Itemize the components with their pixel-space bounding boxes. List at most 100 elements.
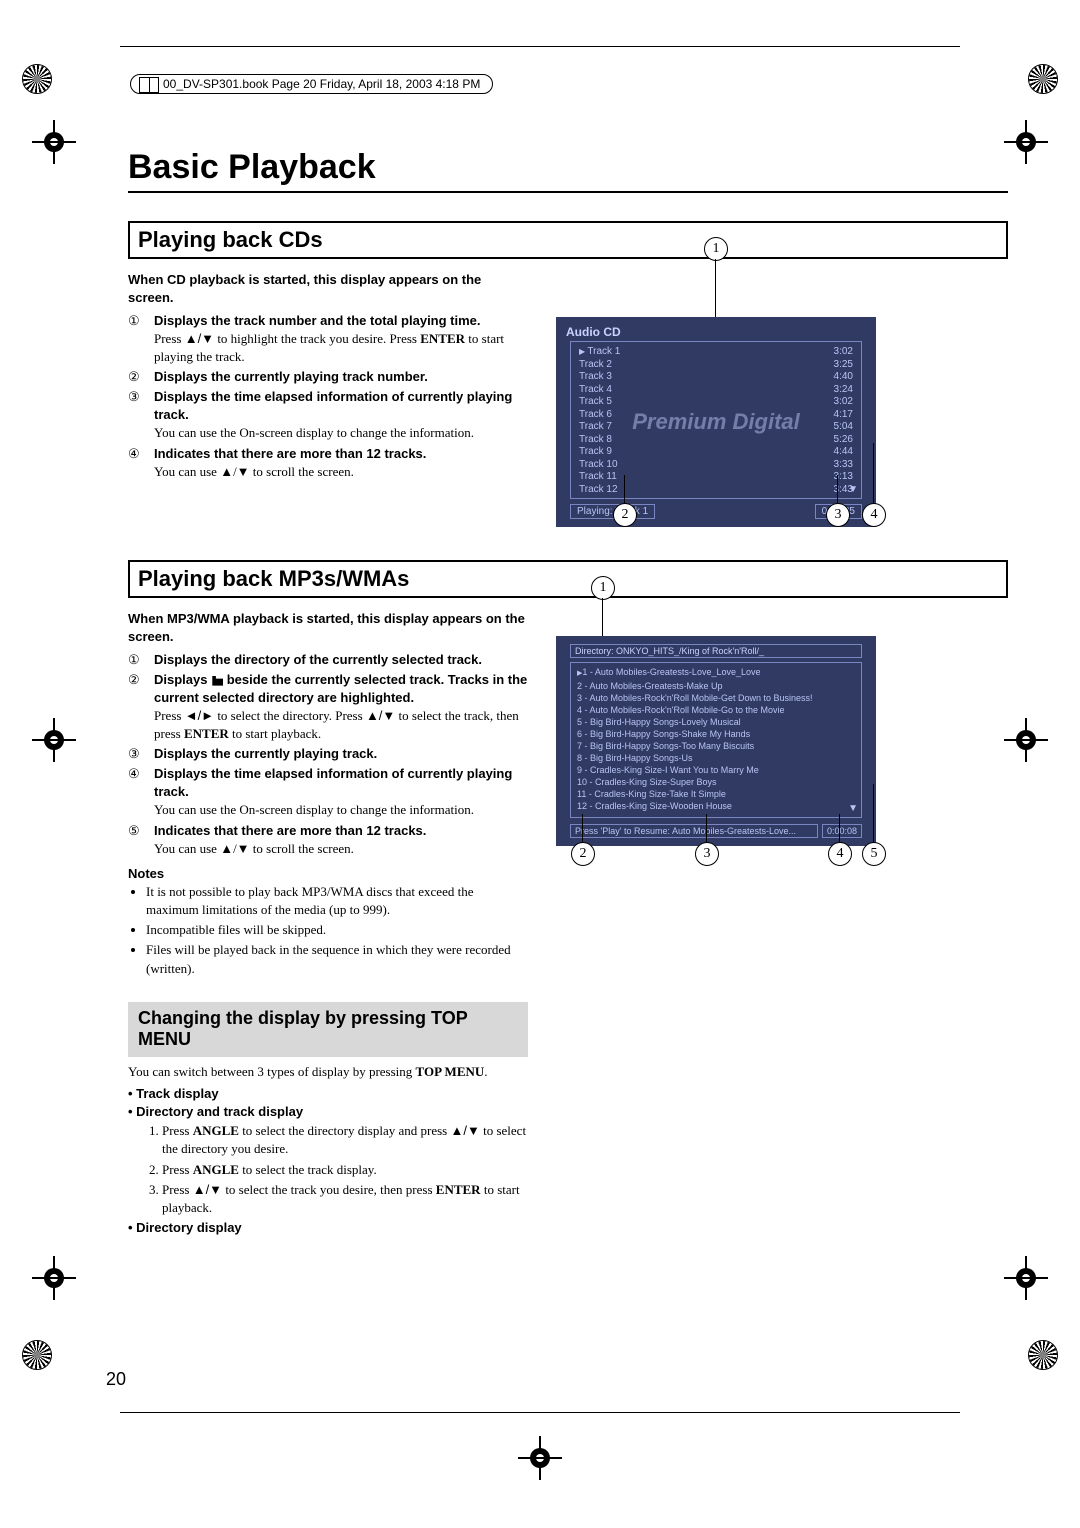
registration-circle-ur [1028, 64, 1058, 94]
mp3-track-row: 6 - Big Bird-Happy Songs-Shake My Hands [577, 728, 855, 740]
topmenu-intro: You can switch between 3 types of displa… [128, 1063, 528, 1081]
topmenu-title: Changing the display by pressing TOP MEN… [128, 1002, 528, 1057]
mp3-two-col: When MP3/WMA playback is started, this d… [128, 604, 1008, 980]
mp3-track-row: 8 - Big Bird-Happy Songs-Us [577, 752, 855, 764]
mp3-list: ① Displays the directory of the currentl… [128, 651, 528, 858]
mp3-leader-4 [839, 814, 840, 842]
cd-screenshot: Audio CD Premium Digital Track 13:02Trac… [556, 317, 876, 527]
crop-line-top [120, 46, 960, 47]
cd-fig-panel: Track 13:02Track 23:25Track 34:40Track 4… [570, 341, 862, 499]
file-path-header: 00_DV-SP301.book Page 20 Friday, April 1… [130, 74, 493, 94]
cd-leader-3 [837, 475, 838, 503]
topmenu-bullet-1: • Track display [128, 1085, 528, 1103]
cd-fig-scroll-icon: ▼ [848, 484, 858, 495]
cd-right-col: 1 Audio CD Premium Digital Track 13:02Tr… [556, 265, 1008, 532]
circled-4b: ④ [128, 766, 140, 782]
registration-cross-tl [32, 120, 76, 164]
cd-track-row: Track 53:02 [579, 396, 853, 409]
mp3-item4-bold: Displays the time elapsed information of… [154, 766, 512, 799]
topmenu-steps: Press ANGLE to select the directory disp… [128, 1122, 528, 1217]
cd-two-col: When CD playback is started, this displa… [128, 265, 1008, 532]
book-icon [139, 77, 159, 93]
cd-leader-4 [873, 443, 874, 503]
mp3-track-row: 5 - Big Bird-Happy Songs-Lovely Musical [577, 716, 855, 728]
mp3-item2-bold: Displays beside the currently selected t… [154, 672, 527, 705]
circled-1: ① [128, 313, 140, 329]
cd-track-row: Track 123:43 [579, 484, 853, 497]
mp3-intro: When MP3/WMA playback is started, this d… [128, 610, 528, 645]
mp3-left-col: When MP3/WMA playback is started, this d… [128, 604, 528, 980]
cd-left-col: When CD playback is started, this displa… [128, 265, 528, 532]
cd-track-row: Track 103:33 [579, 459, 853, 472]
mp3-section-title: Playing back MP3s/WMAs [128, 560, 1008, 598]
cd-figure-wrap: 1 Audio CD Premium Digital Track 13:02Tr… [556, 265, 876, 527]
cd-track-row: Track 43:24 [579, 384, 853, 397]
page: 00_DV-SP301.book Page 20 Friday, April 1… [0, 0, 1080, 1528]
circled-2: ② [128, 369, 140, 385]
mp3-callout-4: 4 [828, 842, 852, 866]
cd-item4-bold: Indicates that there are more than 12 tr… [154, 446, 426, 461]
mp3-track-row: 3 - Auto Mobiles-Rock'n'Roll Mobile-Get … [577, 692, 855, 704]
cd-item1-body: Press ▲/▼ to highlight the track you des… [154, 331, 504, 364]
cd-intro: When CD playback is started, this displa… [128, 271, 528, 306]
note-item: Files will be played back in the sequenc… [146, 941, 528, 977]
mp3-track-row: 4 - Auto Mobiles-Rock'n'Roll Mobile-Go t… [577, 704, 855, 716]
mp3-track-row: 7 - Big Bird-Happy Songs-Too Many Biscui… [577, 740, 855, 752]
cd-callout-4: 4 [862, 503, 886, 527]
mp3-item5-bold: Indicates that there are more than 12 tr… [154, 823, 426, 838]
note-item: It is not possible to play back MP3/WMA … [146, 883, 528, 919]
cd-track-row: Track 23:25 [579, 359, 853, 372]
mp3-fig-directory: Directory: ONKYO_HITS_/King of Rock'n'Ro… [570, 644, 862, 658]
mp3-leader-2 [582, 814, 583, 842]
topmenu-body: You can switch between 3 types of displa… [128, 1063, 528, 1237]
circled-1b: ① [128, 652, 140, 668]
cd-callout-2: 2 [613, 503, 637, 527]
cd-callout-1: 1 [704, 237, 728, 261]
cd-leader-2 [624, 475, 625, 503]
cd-leader-1 [715, 259, 716, 317]
cd-item3-bold: Displays the time elapsed information of… [154, 389, 512, 422]
mp3-callout-3: 3 [695, 842, 719, 866]
mp3-callout-1: 1 [591, 576, 615, 600]
mp3-fig-time: 0:00:08 [822, 824, 862, 838]
cd-track-row: Track 94:44 [579, 446, 853, 459]
mp3-callout-2: 2 [571, 842, 595, 866]
circled-4: ④ [128, 446, 140, 462]
mp3-item2-body: Press ◄/► to select the directory. Press… [154, 708, 519, 741]
mp3-track-row: 11 - Cradles-King Size-Take It Simple [577, 788, 855, 800]
topmenu-step-1: Press ANGLE to select the directory disp… [162, 1122, 528, 1158]
topmenu-step-3: Press ▲/▼ to select the track you desire… [162, 1181, 528, 1217]
circled-3: ③ [128, 389, 140, 405]
mp3-item3-bold: Displays the currently playing track. [154, 746, 377, 761]
cd-track-row: Track 113:13 [579, 471, 853, 484]
registration-cross-ml [32, 718, 76, 762]
mp3-fig-scroll-icon: ▼ [848, 803, 858, 814]
mp3-item4-body: You can use the On-screen display to cha… [154, 802, 474, 817]
mp3-track-row: 1 - Auto Mobiles-Greatests-Love_Love_Lov… [577, 666, 855, 680]
mp3-leader-5 [873, 784, 874, 842]
cd-item3-body: You can use the On-screen display to cha… [154, 425, 474, 440]
mp3-callout-5: 5 [862, 842, 886, 866]
note-item: Incompatible files will be skipped. [146, 921, 528, 939]
content-area: Basic Playback Playing back CDs When CD … [128, 148, 1008, 1388]
registration-cross-bm [518, 1436, 562, 1480]
crop-line-bottom [120, 1412, 960, 1413]
mp3-fig-status: Press 'Play' to Resume: Auto Mobiles-Gre… [570, 824, 818, 838]
mp3-track-row: 2 - Auto Mobiles-Greatests-Make Up [577, 680, 855, 692]
circled-3b: ③ [128, 746, 140, 762]
cd-callout-3: 3 [826, 503, 850, 527]
registration-cross-br [1004, 1256, 1048, 1300]
registration-circle-br [1028, 1340, 1058, 1370]
topmenu-bullet-3: • Directory display [128, 1219, 528, 1237]
file-path-text: 00_DV-SP301.book Page 20 Friday, April 1… [163, 77, 480, 91]
registration-cross-bl [32, 1256, 76, 1300]
cd-fig-title: Audio CD [566, 325, 621, 339]
cd-section-title: Playing back CDs [128, 221, 1008, 259]
cd-track-row: Track 85:26 [579, 434, 853, 447]
mp3-right-col: 1 Directory: ONKYO_HITS_/King of Rock'n'… [556, 604, 1008, 980]
page-title: Basic Playback [128, 148, 1008, 193]
topmenu-bullet-2: • Directory and track display [128, 1103, 528, 1121]
registration-circle-bl [22, 1340, 52, 1370]
cd-list: ① Displays the track number and the tota… [128, 312, 528, 481]
registration-cross-mr [1004, 718, 1048, 762]
